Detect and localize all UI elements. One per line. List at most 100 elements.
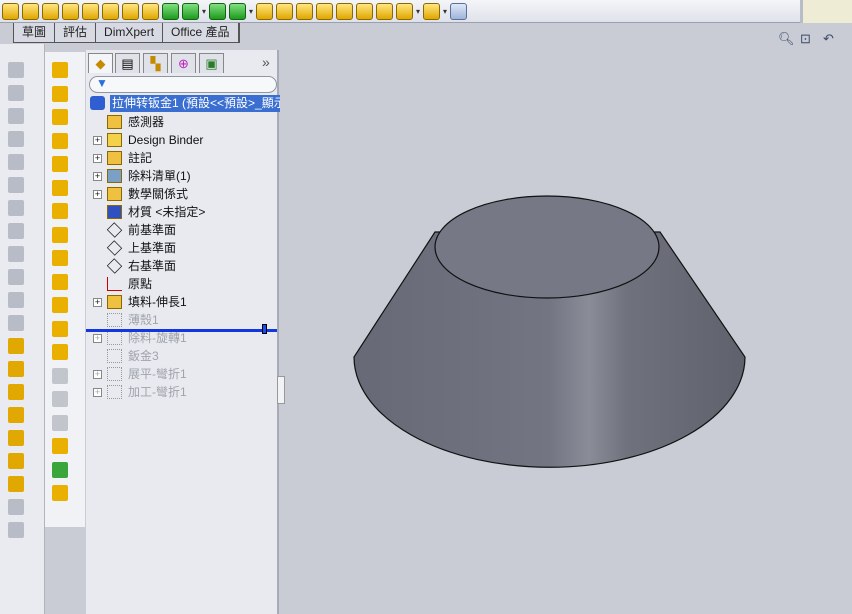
sheet-metal-tool-icon[interactable] [8, 223, 24, 239]
linear-pattern-icon[interactable] [256, 2, 274, 20]
tree-item[interactable]: + 展平-彎折1 [86, 365, 276, 383]
hole-icon[interactable] [22, 2, 39, 20]
feature-tool-icon[interactable] [52, 226, 68, 243]
instant3d-icon[interactable] [450, 2, 468, 20]
edge-flange-icon[interactable] [102, 2, 119, 20]
tree-item[interactable]: 右基準面 [86, 257, 276, 275]
dropdown-arrow-icon[interactable]: ▾ [202, 7, 206, 16]
sheet-metal-tool-icon[interactable] [8, 453, 24, 469]
sheet-metal-tool-icon[interactable] [8, 522, 24, 538]
sketched-bend-icon[interactable] [182, 2, 199, 20]
tree-item[interactable]: 前基準面 [86, 221, 276, 239]
tree-item[interactable]: 上基準面 [86, 239, 276, 257]
sheet-metal-tool-icon[interactable] [8, 476, 24, 492]
expand-icon[interactable]: + [93, 172, 102, 181]
graphics-area[interactable]: 🔍︎ ⊡ ↶ [280, 24, 852, 614]
sheet-metal-tool-icon[interactable] [8, 246, 24, 262]
sheet-metal-tool-icon[interactable] [8, 499, 24, 515]
expand-icon[interactable]: + [93, 370, 102, 379]
cone-model[interactable] [280, 24, 852, 614]
property-manager-tab[interactable]: ▤ [115, 53, 140, 73]
curves-icon[interactable] [423, 2, 441, 20]
rib-icon[interactable] [296, 2, 314, 20]
sheet-metal-tool-icon[interactable] [8, 361, 24, 377]
sheet-metal-tool-icon[interactable] [8, 200, 24, 216]
unfold-icon[interactable] [209, 2, 227, 20]
expand-icon[interactable]: + [93, 334, 102, 343]
tree-item[interactable]: + 填料-伸長1 [86, 293, 276, 311]
feature-tool-icon[interactable] [52, 438, 68, 454]
feature-tool-icon[interactable] [52, 62, 68, 78]
sheet-metal-tool-icon[interactable] [8, 131, 24, 147]
expand-icon[interactable]: + [93, 298, 102, 307]
feature-tool-icon[interactable] [52, 132, 68, 149]
reference-geometry-icon[interactable] [396, 2, 414, 20]
feature-tool-icon[interactable] [52, 344, 68, 360]
feature-tool-icon[interactable] [52, 179, 68, 196]
more-tabs-button[interactable]: » [262, 54, 270, 70]
draft-icon[interactable] [336, 2, 354, 20]
sheet-metal-tool-icon[interactable] [8, 407, 24, 423]
shell-feature-icon[interactable] [42, 2, 59, 20]
dropdown-arrow-icon[interactable]: ▾ [443, 7, 447, 16]
rollback-bar[interactable] [86, 324, 277, 334]
dropdown-arrow-icon[interactable]: ▾ [249, 7, 253, 16]
feature-tool-icon[interactable] [52, 391, 68, 407]
wrap-icon[interactable] [356, 2, 374, 20]
feature-tool-icon[interactable] [52, 461, 68, 478]
sheet-metal-tool-icon[interactable] [8, 154, 24, 170]
sheet-metal-tool-icon[interactable] [8, 430, 24, 446]
feature-manager-tab[interactable]: ◆ [88, 53, 113, 73]
tree-item[interactable]: + 註記 [86, 149, 276, 167]
feature-tool-icon[interactable] [52, 156, 68, 172]
dropdown-arrow-icon[interactable]: ▾ [416, 7, 420, 16]
feature-tool-icon[interactable] [52, 320, 68, 337]
sheet-metal-tool-icon[interactable] [8, 384, 24, 400]
tab-dimxpert[interactable]: DimXpert [96, 23, 164, 42]
display-manager-tab[interactable]: ▣ [199, 53, 224, 73]
feature-tool-icon[interactable] [52, 203, 68, 219]
tree-item[interactable]: 薄殼1 [86, 311, 276, 329]
tree-item[interactable]: + 數學關係式 [86, 185, 276, 203]
dome-icon[interactable] [316, 2, 334, 20]
feature-tool-icon[interactable] [52, 273, 68, 290]
expand-icon[interactable]: + [93, 190, 102, 199]
sheet-metal-tool-icon[interactable] [8, 108, 24, 124]
tree-filter-input[interactable]: ▼ [89, 76, 277, 93]
tree-item[interactable]: + 加工-彎折1 [86, 383, 276, 401]
tab-sketch[interactable]: 草圖 [14, 23, 56, 42]
fold-icon[interactable] [229, 2, 247, 20]
tree-item[interactable]: + Design Binder [86, 131, 276, 149]
sheet-metal-tool-icon[interactable] [8, 62, 24, 78]
feature-tool-icon[interactable] [52, 297, 68, 313]
sheet-metal-tool-icon[interactable] [8, 177, 24, 193]
sheet-metal-tool-icon[interactable] [8, 315, 24, 331]
sheet-metal-tool-icon[interactable] [8, 338, 24, 354]
tree-item[interactable]: 鈑金3 [86, 347, 276, 365]
configuration-manager-tab[interactable]: ▚ [143, 53, 168, 73]
boss-icon[interactable] [376, 2, 394, 20]
tree-item[interactable]: 材質 <未指定> [86, 203, 276, 221]
feature-tool-icon[interactable] [52, 85, 68, 102]
feature-tool-icon[interactable] [52, 367, 68, 384]
feature-tool-icon[interactable] [52, 414, 68, 431]
dimxpert-manager-tab[interactable]: ⊕ [171, 53, 196, 73]
tree-item[interactable]: 感測器 [86, 113, 276, 131]
tab-evaluate[interactable]: 評估 [55, 23, 97, 42]
tree-item[interactable]: 原點 [86, 275, 276, 293]
tree-item[interactable]: + 除料清單(1) [86, 167, 276, 185]
mirror-icon[interactable] [276, 2, 294, 20]
hem-icon[interactable] [122, 2, 139, 20]
feature-tool-icon[interactable] [52, 485, 68, 501]
sheet-metal-tool-icon[interactable] [8, 85, 24, 101]
tab-office-products[interactable]: Office 產品 [163, 23, 239, 42]
expand-icon[interactable]: + [93, 388, 102, 397]
feature-tool-icon[interactable] [52, 109, 68, 125]
expand-icon[interactable]: + [93, 154, 102, 163]
sheet-metal-tool-icon[interactable] [8, 292, 24, 308]
sheet-metal-tool-icon[interactable] [8, 269, 24, 285]
base-flange-icon[interactable] [82, 2, 99, 20]
expand-icon[interactable]: + [93, 136, 102, 145]
feature-tool-icon[interactable] [52, 250, 68, 266]
cut-sweep-icon[interactable] [2, 2, 19, 20]
